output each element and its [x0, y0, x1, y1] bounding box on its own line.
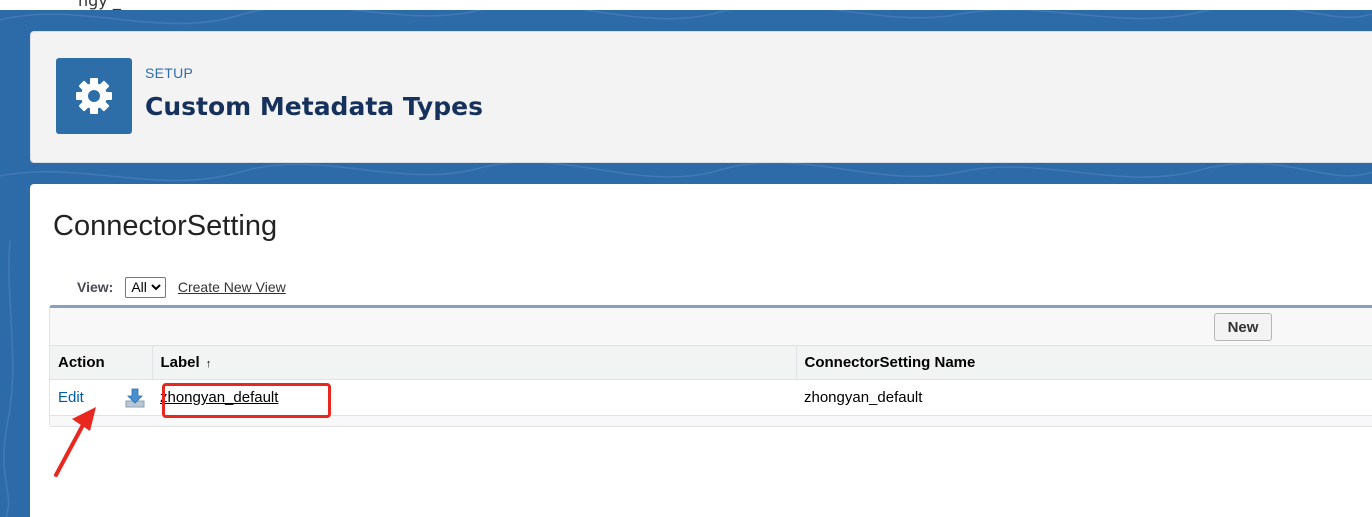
breadcrumb: SETUP — [145, 65, 194, 81]
content-panel: ConnectorSetting View: All Create New Vi… — [30, 184, 1372, 517]
download-icon[interactable] — [124, 387, 146, 409]
view-select-value: All — [131, 279, 147, 295]
create-new-view-link[interactable]: Create New View — [178, 279, 286, 295]
table-header-row: Action Label ↑ ConnectorSetting Name — [50, 345, 1372, 380]
view-selector-row: View: All Create New View — [77, 276, 286, 298]
annotation-highlight-box — [162, 383, 331, 418]
setup-header: SETUP Custom Metadata Types — [30, 31, 1372, 163]
top-strip: ngy _ — [0, 0, 1372, 10]
column-header-label[interactable]: Label ↑ — [151, 345, 796, 380]
page-title: Custom Metadata Types — [145, 92, 483, 121]
gear-icon — [76, 78, 112, 114]
top-strip-text: ngy _ — [78, 0, 121, 10]
sort-asc-icon: ↑ — [205, 358, 212, 370]
column-header-action: Action — [50, 345, 152, 380]
column-header-label-text: Label — [160, 354, 200, 371]
edit-link[interactable]: Edit — [58, 389, 84, 406]
object-title: ConnectorSetting — [53, 210, 278, 242]
column-header-name[interactable]: ConnectorSetting Name — [795, 345, 1372, 380]
annotation-arrow — [54, 407, 96, 477]
chevron-down-icon — [151, 284, 161, 291]
view-select[interactable]: All — [125, 276, 166, 298]
setup-icon-tile — [56, 58, 132, 134]
new-button[interactable]: New — [1214, 313, 1272, 341]
name-cell: zhongyan_default — [796, 379, 1372, 416]
view-label: View: — [77, 279, 114, 295]
